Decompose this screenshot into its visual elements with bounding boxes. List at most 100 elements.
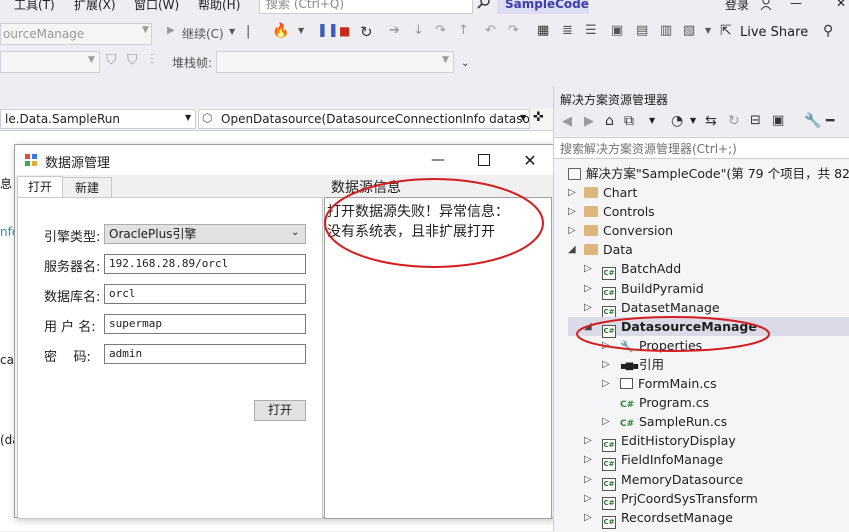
collapsed-arrow-icon[interactable]: ▷ [584,493,592,504]
undo-icon[interactable]: ↶ [485,23,496,38]
hot-reload-icon[interactable]: 🔥 [272,23,289,39]
stop-icon[interactable]: ■ [339,24,350,38]
collapsed-arrow-icon[interactable]: ▷ [568,206,576,217]
chevron-down-icon[interactable]: ▼ [442,55,449,65]
tree-item-solution[interactable]: 解决方案"SampleCode"(第 79 个项目，共 82 个 [568,164,849,183]
database-name-input[interactable]: orcl [104,284,306,304]
preview-icon[interactable]: ━ [826,113,834,129]
pause-icon[interactable]: ❚❚ [317,23,339,38]
minimize-button[interactable]: — [415,145,461,175]
collapsed-arrow-icon[interactable]: ▷ [584,474,592,485]
tree-item[interactable]: C# SampleRun.cs [620,412,727,431]
tab-new[interactable]: 新建 [62,177,112,199]
collapsed-arrow-icon[interactable]: ▷ [584,454,592,465]
play-icon[interactable]: ▶ [167,25,175,36]
startup-project-combo[interactable]: ourceManage [0,23,152,45]
collapsed-arrow-icon[interactable]: ▷ [602,340,610,351]
pending-changes-icon[interactable]: ◔ [671,113,683,129]
share-icon[interactable]: ⇱ [720,23,732,39]
forward-icon[interactable]: ▶ [584,114,594,129]
collapsed-arrow-icon[interactable]: ▷ [584,302,592,313]
step-into-icon[interactable]: ↓ [413,23,424,38]
close-button[interactable]: ✕ [507,145,553,175]
minimize-icon[interactable]: — [790,0,802,10]
maximize-button[interactable] [461,145,507,175]
tree-item[interactable]: C# BatchAdd [602,259,681,281]
filter-icon-2[interactable]: ⛉ [127,52,138,68]
username-input[interactable]: supermap [104,314,306,334]
tree-item[interactable]: FormMain.cs [620,374,717,393]
open-button[interactable]: 打开 [254,400,306,421]
bookmark-prev-icon[interactable]: ▤ [636,23,648,38]
tree-item[interactable]: Data [584,240,633,259]
live-share-button[interactable]: Live Share [740,25,808,40]
expanded-arrow-icon[interactable]: ◢ [584,321,592,332]
collapsed-arrow-icon[interactable]: ▷ [584,512,592,523]
feedback-icon[interactable]: ⚲ [823,23,833,39]
chevron-down-icon[interactable]: ▼ [690,116,696,125]
collapsed-arrow-icon[interactable]: ▷ [584,263,592,274]
chevron-down-icon[interactable]: ▼ [649,116,655,125]
datasource-info-box[interactable]: 打开数据源失败！异常信息： 没有系统表，且非扩展打开 [324,197,552,519]
login-link[interactable]: 登录 [725,0,749,13]
filter-icon[interactable]: ⛉ [106,52,117,68]
chevron-down-icon[interactable]: ▼ [142,25,149,35]
collapsed-arrow-icon[interactable]: ▷ [584,435,592,446]
process-combo[interactable] [0,51,100,73]
tree-item[interactable]: Controls [584,202,655,221]
collapsed-arrow-icon[interactable]: ▷ [568,187,576,198]
tree-item[interactable]: C# FieldInfoManage [602,450,723,472]
redo-icon[interactable]: ↷ [508,23,519,38]
expanded-arrow-icon[interactable]: ◢ [568,244,576,255]
menu-tools[interactable]: 工具(T) [14,0,55,13]
split-editor-icon[interactable]: ✜ [533,110,544,125]
bookmark-clear-icon[interactable]: ▧ [683,23,695,38]
tree-item[interactable]: C# Program.cs [620,393,709,412]
back-icon[interactable]: ◀ [562,114,572,129]
user-icon[interactable] [759,0,773,10]
chevron-down-icon[interactable]: ▼ [88,55,95,65]
uncomment-icon[interactable]: ≣ [562,23,573,38]
step-over-icon[interactable]: ↷ [435,23,446,38]
collapsed-arrow-icon[interactable]: ▷ [602,416,610,427]
tree-item[interactable]: 🔧 Properties [620,336,702,355]
tree-item[interactable]: ▪■▪ 引用 [620,355,664,374]
tree-item[interactable]: C# MemoryDatasource [602,470,743,491]
tree-item[interactable]: C# RecordsetManage [602,508,733,529]
sync-icon[interactable]: ⇆ [705,113,717,129]
chevron-down-icon[interactable]: ▼ [705,26,711,35]
password-input[interactable]: admin [104,344,306,364]
tree-item[interactable]: Conversion [584,221,673,240]
chevron-down-icon[interactable]: ▼ [520,113,526,122]
refresh-icon[interactable]: ↻ [728,113,740,129]
server-name-input[interactable]: 192.168.28.89/orcl [104,254,306,274]
thread-icon[interactable]: ⫶ [150,52,154,68]
tree-item[interactable]: C# BuildPyramid [602,279,704,300]
chevron-down-icon[interactable]: ⌄ [291,227,299,238]
tree-item[interactable]: C# DatasetManage [602,298,720,319]
continue-button[interactable]: 继续(C) [182,25,224,42]
switch-views-icon[interactable]: ⧉ [624,113,634,129]
tab-open[interactable]: 打开 [17,176,63,199]
collapse-all-icon[interactable]: ⊟ [750,113,761,128]
wrench-icon[interactable]: 🔧 [804,113,821,129]
solution-search-input[interactable]: 搜索解决方案资源管理器(Ctrl+;) [554,137,849,159]
collapsed-arrow-icon[interactable]: ▷ [568,225,576,236]
show-next-statement-icon[interactable]: ➔ [389,23,400,38]
chevron-down-icon[interactable]: ▼ [185,113,191,122]
tree-item[interactable]: C# DatasourceManage [602,317,757,338]
step-out-icon[interactable]: ↑ [458,23,469,38]
comment-icon[interactable]: ▦ [537,23,549,38]
method-combo[interactable]: OpenDatasource(DatasourceConnectionInfo … [198,109,530,129]
collapsed-arrow-icon[interactable]: ▷ [602,359,610,370]
chevron-down-icon[interactable]: ▼ [229,27,235,36]
restart-icon[interactable]: ↻ [360,23,373,41]
show-all-files-icon[interactable]: ▣ [772,113,784,128]
menu-window[interactable]: 窗口(W) [134,0,179,13]
stack-frame-combo[interactable] [216,51,454,73]
tree-item[interactable]: C# PrjCoordSysTransform [602,489,758,510]
search-input[interactable]: 搜索 (Ctrl+Q) [259,0,473,14]
menu-extensions[interactable]: 扩展(X) [74,0,116,13]
bookmark-icon[interactable]: ▣ [611,23,623,38]
home-icon[interactable]: ⌂ [605,113,614,129]
